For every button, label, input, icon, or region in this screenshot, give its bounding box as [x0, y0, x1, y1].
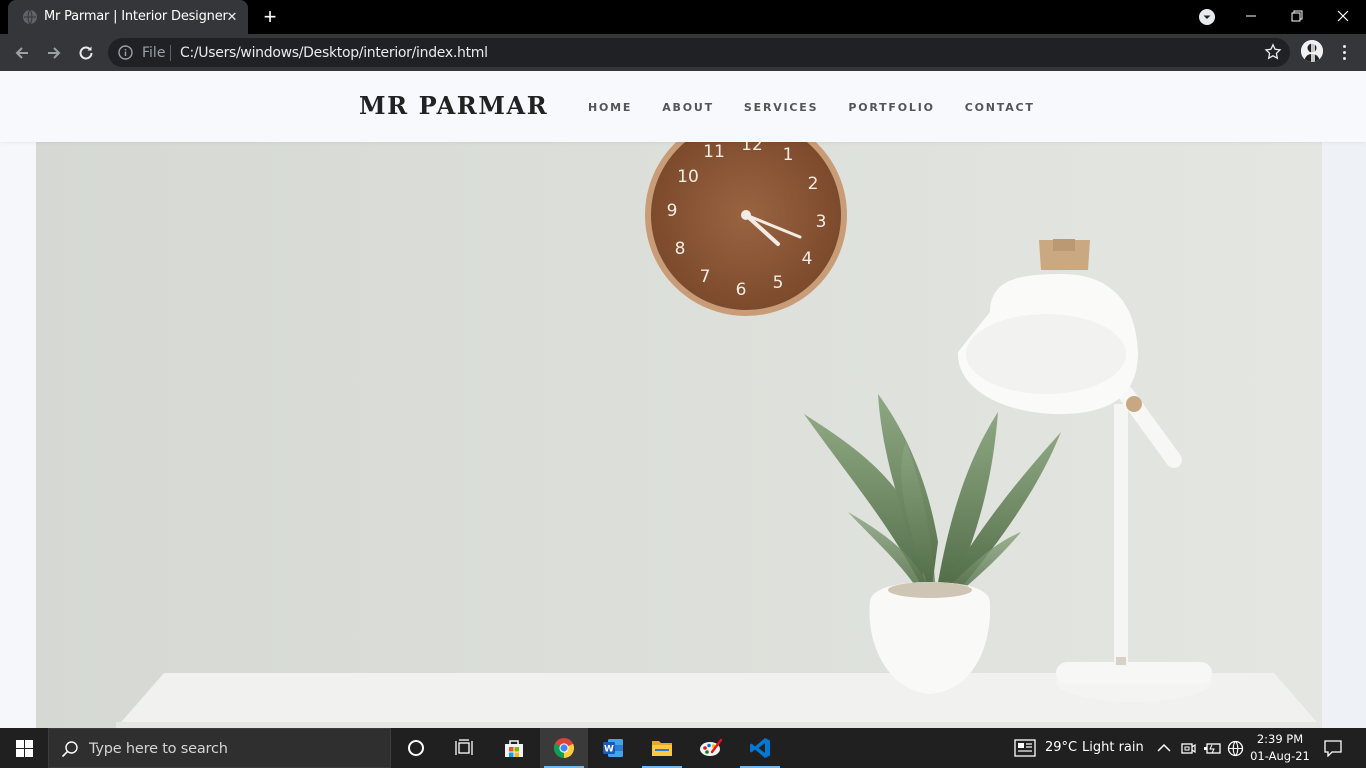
- forward-button[interactable]: [43, 42, 65, 64]
- browser-tab[interactable]: Mr Parmar | Interior Designer ✕: [8, 0, 248, 34]
- system-clock[interactable]: 2:39 PM 01-Aug-21: [1246, 731, 1314, 765]
- search-placeholder: Type here to search: [89, 741, 228, 757]
- minimize-icon: [1246, 15, 1256, 17]
- nav-portfolio[interactable]: PORTFOLIO: [848, 101, 934, 114]
- taskbar: Type here to search W 29°C Light rain 2:…: [0, 728, 1366, 768]
- vscode-icon: [750, 738, 770, 758]
- clock-numeral-1: 1: [783, 145, 794, 165]
- clock-numeral-7: 7: [700, 267, 711, 287]
- main-nav: HOME ABOUT SERVICES PORTFOLIO CONTACT: [588, 101, 1065, 114]
- nav-about[interactable]: ABOUT: [662, 101, 714, 114]
- clock-numeral-8: 8: [675, 239, 686, 259]
- search-icon: [61, 741, 78, 758]
- weather-condition: Light rain: [1082, 740, 1144, 755]
- task-view-icon: [455, 739, 473, 755]
- avatar-icon: [1301, 40, 1323, 62]
- omnibox-divider: [170, 45, 171, 61]
- microsoft-store-icon: [505, 740, 523, 757]
- taskbar-search-box[interactable]: Type here to search: [48, 728, 391, 768]
- back-button[interactable]: [11, 42, 33, 64]
- close-window-button[interactable]: [1320, 0, 1366, 32]
- hero-illustration: 12 1 2 3 4 5 6 7 8 9 10 11: [36, 142, 1322, 728]
- chrome-icon: [553, 738, 575, 758]
- new-tab-button[interactable]: +: [259, 6, 281, 28]
- arrow-right-icon: [48, 47, 61, 59]
- cortana-button[interactable]: [392, 728, 440, 768]
- hero-image: 12 1 2 3 4 5 6 7 8 9 10 11: [36, 142, 1322, 728]
- address-bar[interactable]: File C:/Users/windows/Desktop/interior/i…: [108, 38, 1290, 67]
- clock-numeral-12: 12: [741, 142, 763, 155]
- browser-tab-strip: Mr Parmar | Interior Designer ✕ +: [0, 0, 1366, 34]
- paint-icon: [700, 738, 723, 756]
- microsoft-store-button[interactable]: [490, 728, 538, 768]
- minimize-button[interactable]: [1228, 0, 1274, 32]
- reload-icon: [79, 46, 93, 60]
- browser-menu-button[interactable]: [1334, 42, 1354, 62]
- clock-numeral-11: 11: [703, 142, 725, 162]
- profile-avatar[interactable]: [1301, 40, 1323, 62]
- network-globe-icon[interactable]: [1227, 740, 1244, 757]
- info-icon[interactable]: [118, 45, 133, 60]
- scheme-label: File: [142, 45, 166, 61]
- file-explorer-icon: [652, 741, 672, 756]
- site-logo[interactable]: MR PARMAR: [359, 91, 548, 120]
- nav-contact[interactable]: CONTACT: [965, 101, 1035, 114]
- chevron-up-icon[interactable]: [1157, 742, 1171, 754]
- clock-time: 2:39 PM: [1256, 732, 1304, 746]
- url-text[interactable]: C:/Users/windows/Desktop/interior/index.…: [180, 45, 488, 61]
- clock-numeral-4: 4: [802, 249, 813, 269]
- clock-numeral-3: 3: [816, 212, 827, 232]
- vscode-taskbar-button[interactable]: [736, 728, 784, 768]
- restore-button[interactable]: [1274, 0, 1320, 32]
- clock-numeral-6: 6: [736, 280, 747, 300]
- word-taskbar-button[interactable]: W: [589, 728, 637, 768]
- arrow-left-icon: [15, 47, 28, 59]
- page-viewport: MR PARMAR HOME ABOUT SERVICES PORTFOLIO …: [0, 71, 1366, 728]
- chrome-taskbar-button[interactable]: [540, 728, 588, 768]
- weather-widget[interactable]: 29°C Light rain: [1012, 728, 1144, 768]
- action-center-icon[interactable]: [1324, 740, 1342, 757]
- globe-icon: [23, 9, 37, 25]
- page-right-margin: [1322, 142, 1366, 728]
- tab-close-icon[interactable]: ✕: [224, 9, 240, 25]
- windows-icon: [15, 739, 33, 757]
- task-view-button[interactable]: [440, 728, 488, 768]
- restore-icon: [1291, 10, 1303, 22]
- file-explorer-taskbar-button[interactable]: [638, 728, 686, 768]
- news-weather-icon: [1014, 739, 1036, 757]
- svg-text:W: W: [604, 745, 614, 755]
- tab-title: Mr Parmar | Interior Designer: [44, 9, 228, 24]
- cortana-icon: [408, 740, 424, 756]
- tab-search-icon[interactable]: [1198, 8, 1216, 26]
- paint-taskbar-button[interactable]: [687, 728, 735, 768]
- browser-toolbar: File C:/Users/windows/Desktop/interior/i…: [0, 34, 1366, 71]
- meet-now-icon[interactable]: [1180, 741, 1196, 756]
- weather-temp: 29°C: [1045, 740, 1078, 755]
- nav-home[interactable]: HOME: [588, 101, 632, 114]
- site-header: MR PARMAR HOME ABOUT SERVICES PORTFOLIO …: [0, 71, 1366, 142]
- start-button[interactable]: [0, 728, 48, 768]
- clock-numeral-9: 9: [667, 201, 678, 221]
- word-icon: W: [603, 739, 623, 757]
- clock-date: 01-Aug-21: [1250, 749, 1310, 763]
- clock-numeral-10: 10: [677, 167, 699, 187]
- reload-button[interactable]: [75, 42, 97, 64]
- close-icon: [1337, 10, 1349, 22]
- clock-numeral-2: 2: [808, 174, 819, 194]
- bookmark-star-icon[interactable]: [1264, 43, 1282, 61]
- clock-numeral-5: 5: [773, 273, 784, 293]
- battery-icon[interactable]: [1203, 742, 1221, 755]
- nav-services[interactable]: SERVICES: [744, 101, 818, 114]
